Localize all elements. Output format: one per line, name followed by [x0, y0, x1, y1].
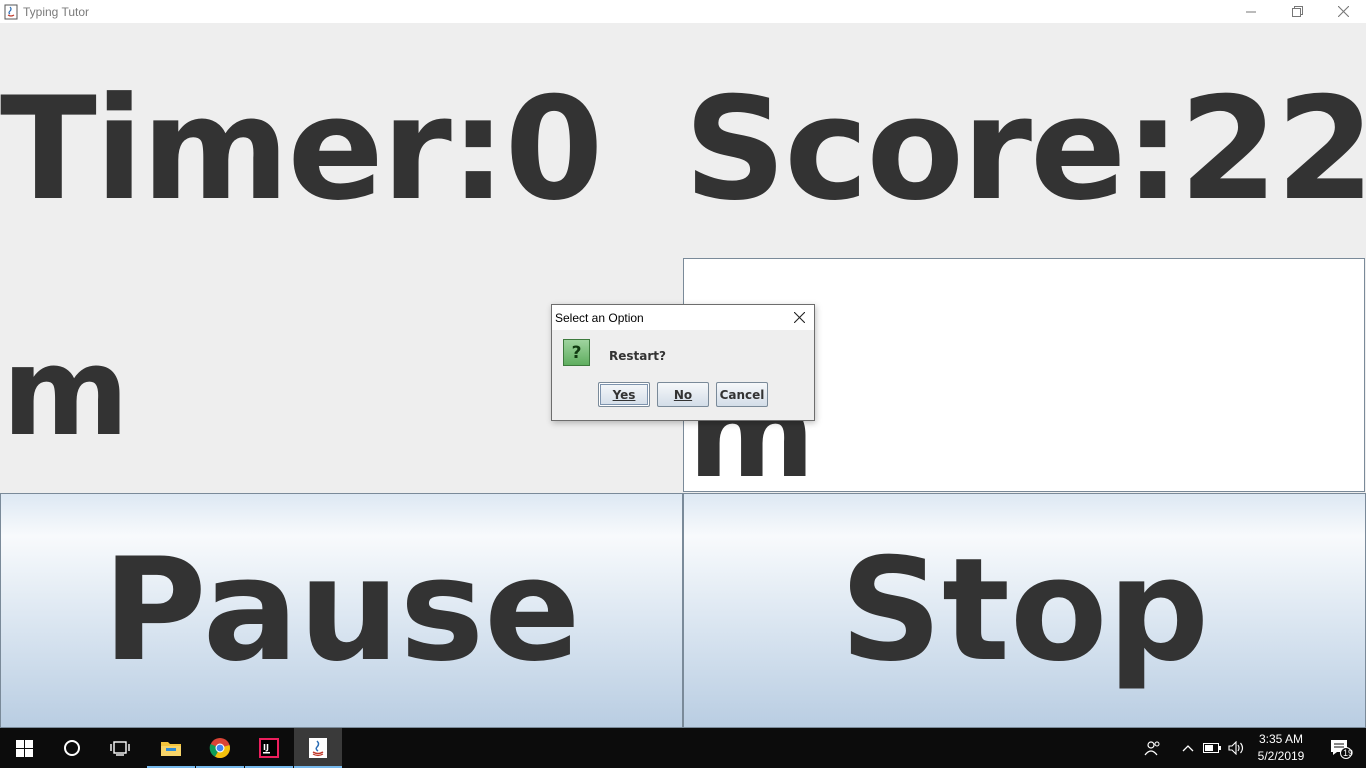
clock-button[interactable]: 3:35 AM 5/2/2019: [1252, 728, 1310, 768]
dialog-close-button[interactable]: [788, 308, 810, 327]
yes-button[interactable]: Yes: [598, 382, 650, 407]
timer-label: Timer:0: [0, 67, 603, 232]
dialog-titlebar[interactable]: Select an Option: [552, 305, 814, 330]
window-controls: [1228, 0, 1366, 23]
dialog-title: Select an Option: [555, 310, 644, 325]
cortana-search-button[interactable]: [48, 728, 96, 768]
volume-button[interactable]: [1226, 728, 1248, 768]
pause-button[interactable]: Pause: [0, 493, 683, 728]
chevron-up-icon: [1182, 745, 1194, 752]
minimize-button[interactable]: [1228, 0, 1274, 23]
java-icon: [309, 738, 327, 758]
file-explorer-taskbar-item[interactable]: [147, 728, 195, 768]
restore-button[interactable]: [1274, 0, 1320, 23]
current-word-label: m: [2, 321, 130, 463]
action-center-button[interactable]: 19: [1318, 728, 1362, 768]
pause-button-label: Pause: [102, 527, 581, 693]
chrome-icon: [209, 738, 230, 759]
speaker-icon: [1228, 741, 1244, 755]
stop-button-label: Stop: [839, 527, 1210, 693]
start-button[interactable]: [0, 728, 48, 768]
yes-button-label: Yes: [612, 387, 636, 402]
stop-button[interactable]: Stop: [683, 493, 1366, 728]
restart-dialog: Select an Option ? Restart? Yes No Cance…: [551, 304, 815, 421]
window-title: Typing Tutor: [23, 4, 90, 19]
intellij-icon: IJ: [259, 738, 279, 758]
chrome-taskbar-item[interactable]: [196, 728, 244, 768]
java-app-icon: [3, 4, 19, 20]
minimize-icon: [1246, 11, 1256, 12]
close-button[interactable]: [1320, 0, 1366, 23]
window-titlebar[interactable]: Typing Tutor: [0, 0, 1366, 23]
people-button[interactable]: [1140, 728, 1166, 768]
java-app-taskbar-item[interactable]: [294, 728, 342, 768]
question-icon: ?: [563, 339, 590, 366]
close-icon: [1337, 6, 1349, 17]
cancel-button[interactable]: Cancel: [716, 382, 768, 407]
intellij-taskbar-item[interactable]: IJ: [245, 728, 293, 768]
notification-count-badge: 19: [1343, 748, 1354, 758]
no-button[interactable]: No: [657, 382, 709, 407]
folder-icon: [161, 742, 181, 756]
score-label: Score:22: [684, 67, 1366, 232]
windows-logo-icon: [15, 739, 33, 757]
dialog-message: Restart?: [609, 349, 666, 363]
cancel-button-label: Cancel: [719, 387, 765, 402]
close-icon: [793, 312, 805, 323]
show-hidden-icons-button[interactable]: [1178, 728, 1198, 768]
cortana-circle-icon: [64, 740, 80, 756]
people-icon: [1144, 741, 1160, 756]
task-view-icon: [110, 741, 130, 756]
clock-date: 5/2/2019: [1257, 749, 1305, 763]
battery-icon: [1203, 743, 1221, 753]
task-view-button[interactable]: [96, 728, 144, 768]
taskbar: IJ 3:35 AM 5/2/2019 19: [0, 728, 1366, 768]
svg-text:IJ: IJ: [263, 743, 269, 752]
battery-button[interactable]: [1202, 728, 1222, 768]
restore-icon: [1291, 6, 1303, 17]
no-button-label: No: [673, 387, 693, 402]
clock-time: 3:35 AM: [1258, 732, 1304, 746]
